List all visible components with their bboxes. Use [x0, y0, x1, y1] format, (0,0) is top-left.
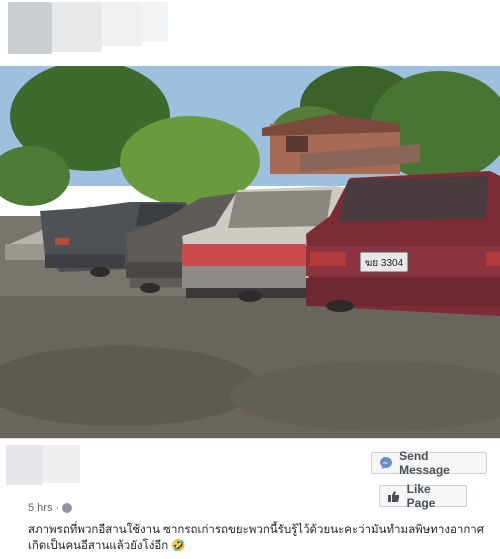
globe-icon	[62, 503, 73, 513]
post-caption: สภาพรถที่พวกอีสานใช้งาน ซากรถเก่ารถขยะพว…	[28, 524, 485, 552]
post-footer: Send Message Like Page 5 hrs · สภาพรถที่…	[0, 438, 500, 559]
post-timestamp[interactable]: 5 hrs ·	[28, 502, 73, 514]
thumbs-up-icon	[386, 488, 401, 504]
like-page-label: Like Page	[406, 482, 436, 510]
blurred-avatar-block-2	[42, 445, 80, 483]
send-message-label: Send Message	[399, 449, 450, 477]
license-plate-text: ฆย 3304	[365, 258, 404, 269]
blurred-avatar-block	[6, 445, 42, 485]
post-time: 5 hrs	[28, 502, 53, 514]
like-page-button[interactable]: Like Page	[379, 482, 467, 510]
blurred-name-block-2	[102, 2, 142, 46]
blurred-avatar	[8, 2, 52, 54]
post-header-blurred	[0, 0, 500, 66]
blurred-name-block	[52, 2, 102, 52]
blurred-page-avatar	[6, 445, 82, 489]
blurred-name-block-3	[142, 2, 168, 42]
messenger-icon	[378, 455, 393, 471]
post-photo[interactable]: ฆย 3304	[0, 66, 500, 438]
separator-dot: ·	[55, 502, 60, 514]
send-message-button[interactable]: Send Message	[371, 449, 487, 477]
